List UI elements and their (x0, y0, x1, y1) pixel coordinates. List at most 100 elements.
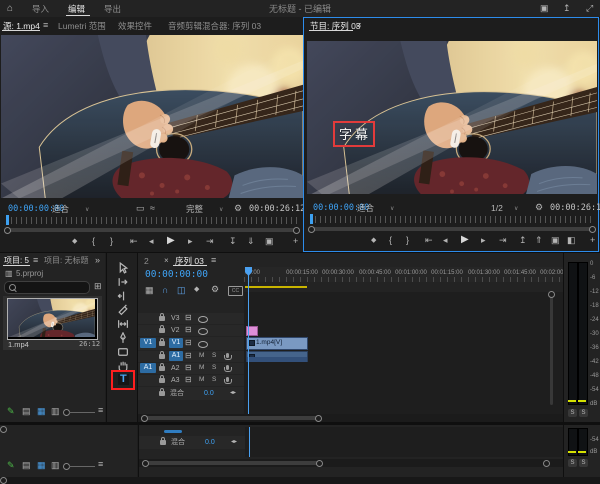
track-name-targeted[interactable]: V1 (169, 338, 183, 348)
tab-project-5[interactable]: 项目: 5 (4, 257, 29, 265)
go-to-out-button[interactable]: ⇥ (499, 236, 507, 245)
menu-export[interactable]: 导出 (104, 5, 121, 14)
voiceover-mic-icon[interactable] (226, 353, 229, 358)
thumb-size-track[interactable] (69, 466, 95, 467)
source-panel-menu-icon[interactable]: ≡ (43, 21, 48, 30)
source-zoom-select[interactable]: 适合 (52, 205, 69, 214)
tab-effect-controls[interactable]: 效果控件 (118, 22, 152, 31)
step-back-button[interactable]: ◂ (443, 236, 448, 245)
solo-channel-2-button[interactable]: S (579, 409, 588, 417)
zoom-handle-right[interactable] (589, 226, 596, 233)
home-icon[interactable]: ⌂ (7, 4, 13, 14)
track-name[interactable]: A2 (171, 365, 180, 372)
vscroll-handle[interactable] (548, 291, 555, 298)
hscroll-track[interactable] (138, 414, 563, 422)
tab-close-icon[interactable]: × (164, 257, 169, 265)
project-toolbar-menu-icon[interactable]: ≡ (98, 406, 103, 415)
sync-lock-icon[interactable]: ⊟ (185, 314, 192, 322)
panel-scroll-handle[interactable] (0, 426, 7, 433)
solo-channel-2-button[interactable]: S (579, 459, 588, 467)
source-playhead[interactable] (6, 215, 9, 225)
lock-icon[interactable] (159, 391, 165, 396)
track-visibility-eye-icon[interactable] (198, 328, 208, 335)
extract-button[interactable]: ⇑ (535, 236, 543, 245)
hscroll-thumb[interactable] (141, 416, 321, 420)
clip-card[interactable]: 1.mp4 26:12 (3, 296, 102, 350)
tab-overflow-icon[interactable]: » (95, 256, 100, 265)
clips-filter-icon[interactable]: ▥ (51, 407, 60, 416)
rectangle-tool[interactable] (117, 346, 129, 358)
icon-view-icon[interactable]: ▦ (37, 407, 46, 416)
writable-pen-icon[interactable]: ✎ (7, 461, 15, 470)
add-marker-button[interactable]: ◆ (371, 237, 376, 244)
lock-icon[interactable] (159, 316, 165, 321)
mini-playhead-line[interactable] (249, 427, 250, 457)
add-marker-icon[interactable]: ◆ (194, 286, 199, 293)
project-toolbar-menu-icon[interactable]: ≡ (98, 460, 103, 469)
panel-scroll-handle[interactable] (0, 477, 7, 484)
project-breadcrumb[interactable]: 5.prproj (16, 270, 43, 278)
source-patch-video[interactable]: V1 (140, 338, 156, 348)
drag-video-icon[interactable]: ▭ (136, 204, 145, 213)
vertical-scrollbar[interactable] (550, 293, 553, 405)
snap-magnet-icon[interactable]: ∩ (162, 286, 169, 295)
track-select-tool[interactable] (117, 276, 129, 288)
solo-channel-1-button[interactable]: S (568, 459, 577, 467)
go-to-in-button[interactable]: ⇤ (425, 236, 433, 245)
quick-export-icon[interactable]: ↥ (563, 4, 571, 13)
solo-button[interactable]: S (212, 377, 216, 384)
timeline-panel-menu-icon[interactable]: ≡ (211, 256, 216, 265)
voiceover-mic-icon[interactable] (226, 377, 229, 382)
mute-button[interactable]: M (199, 377, 204, 384)
lock-icon[interactable] (159, 354, 165, 359)
go-to-out-button[interactable]: ⇥ (206, 237, 214, 246)
button-editor-plus[interactable]: + (590, 236, 595, 245)
mute-button[interactable]: M (199, 365, 204, 372)
sync-lock-icon[interactable]: ⊟ (185, 364, 192, 372)
tab-project-untitled[interactable]: 项目: 无标题 (44, 257, 88, 265)
mute-button[interactable]: M (199, 353, 204, 360)
lift-button[interactable]: ↥ (519, 236, 527, 245)
lock-icon[interactable] (160, 440, 166, 445)
source-patch-audio[interactable]: A1 (140, 363, 156, 373)
clips-filter-icon[interactable]: ▥ (51, 461, 60, 470)
audio-clip[interactable] (246, 351, 308, 362)
nest-toggle-icon[interactable]: ▦ (145, 286, 154, 295)
list-view-icon[interactable]: ▤ (22, 461, 31, 470)
lock-icon[interactable] (159, 328, 165, 333)
sync-lock-icon[interactable]: ⊟ (185, 339, 192, 347)
captions-toggle[interactable]: CC (228, 286, 243, 296)
go-to-in-button[interactable]: ⇤ (130, 237, 138, 246)
hscroll-handle-right[interactable] (315, 415, 322, 422)
type-tool[interactable]: T (118, 374, 129, 385)
keyframe-nav-icon[interactable]: ◂▸ (231, 439, 237, 445)
vscroll-handle[interactable] (543, 460, 550, 467)
zoom-handle-right[interactable] (293, 227, 300, 234)
linked-selection-icon[interactable]: ◫ (177, 286, 186, 295)
insert-button[interactable]: ↧ (229, 237, 237, 246)
solo-channel-1-button[interactable]: S (568, 409, 577, 417)
comparison-view-button[interactable]: ◧ (567, 236, 576, 245)
solo-button[interactable]: S (212, 353, 216, 360)
zoom-handle-left[interactable] (4, 227, 11, 234)
master-gain-value[interactable]: 0.0 (205, 439, 215, 446)
writable-pen-icon[interactable]: ✎ (7, 407, 15, 416)
mark-out-button[interactable]: } (406, 236, 409, 245)
button-editor-plus[interactable]: + (293, 237, 298, 246)
program-zoom-select[interactable]: 适合 (357, 204, 374, 213)
track-name-targeted[interactable]: A1 (169, 351, 183, 361)
fullscreen-icon[interactable]: ⤢ (586, 4, 593, 13)
play-button[interactable]: ▶ (167, 236, 175, 246)
export-frame-button[interactable]: ▣ (551, 236, 560, 245)
step-forward-button[interactable]: ▸ (188, 237, 193, 246)
tab-audio-clip-mixer[interactable]: 音频剪辑混合器: 序列 03 (168, 22, 261, 31)
lock-icon[interactable] (159, 378, 165, 383)
track-name[interactable]: V2 (171, 327, 180, 334)
source-zoom-scrollbar[interactable] (6, 228, 297, 232)
track-name[interactable]: A3 (171, 377, 180, 384)
solo-button[interactable]: S (212, 365, 216, 372)
timeline-settings-wrench-icon[interactable]: ⚙ (211, 285, 219, 294)
razor-tool[interactable] (117, 304, 129, 316)
timeline-timecode[interactable]: 00:00:00:00 (145, 270, 208, 280)
mini-hscroll-thumb[interactable] (142, 461, 322, 465)
